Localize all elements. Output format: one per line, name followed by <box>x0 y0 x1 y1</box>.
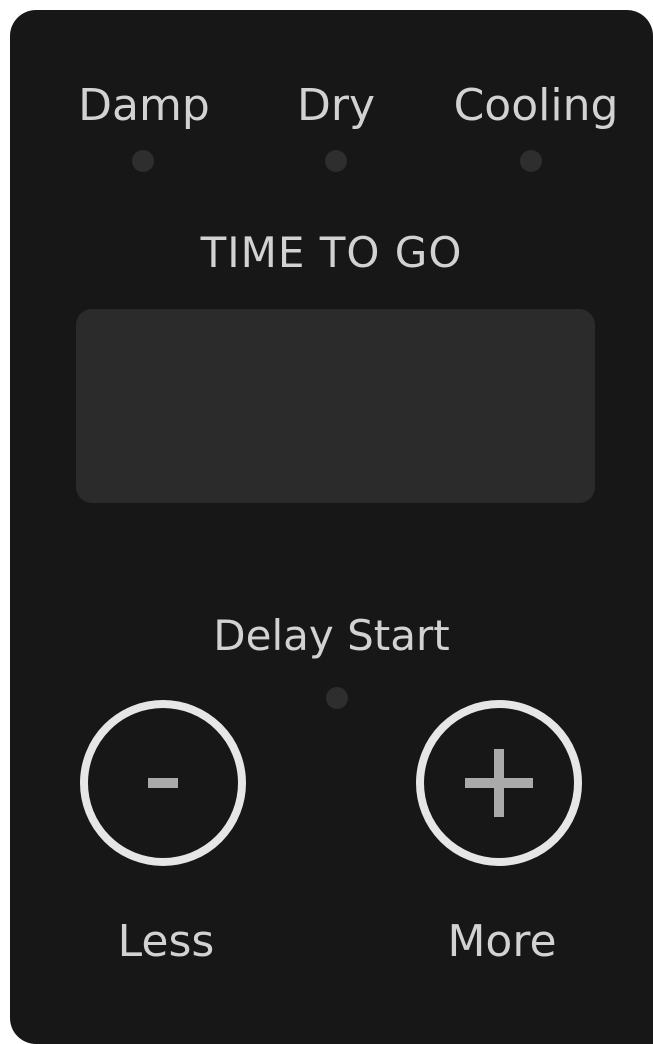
more-button-label: More <box>447 916 557 967</box>
dryer-control-panel: Damp Dry Cooling TIME TO GO Delay Start … <box>10 10 653 1044</box>
damp-status-label: Damp <box>78 80 210 131</box>
less-button-label: Less <box>117 916 215 967</box>
more-button[interactable] <box>416 700 582 866</box>
time-display <box>76 309 595 503</box>
plus-icon-vertical-bar <box>494 749 504 817</box>
dry-indicator-light <box>325 150 347 172</box>
cooling-status-label: Cooling <box>453 80 619 131</box>
time-to-go-title: TIME TO GO <box>200 228 463 277</box>
less-button[interactable] <box>80 700 246 866</box>
cooling-indicator-light <box>520 150 542 172</box>
delay-start-label: Delay Start <box>213 611 450 660</box>
minus-icon <box>148 778 178 788</box>
delay-start-indicator-light <box>326 687 348 709</box>
dry-status-label: Dry <box>296 80 375 131</box>
damp-indicator-light <box>132 150 154 172</box>
